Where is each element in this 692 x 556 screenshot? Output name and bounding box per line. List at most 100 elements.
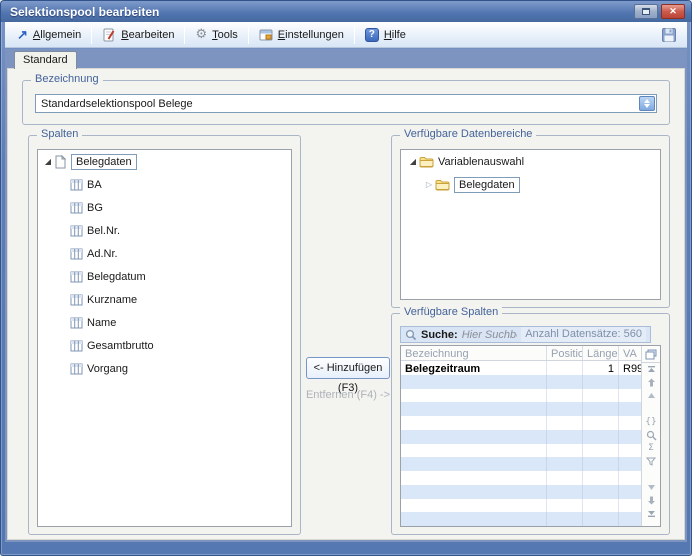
column-header-va[interactable]: VA xyxy=(619,346,641,360)
tree-node-label: BG xyxy=(87,202,103,214)
combobox-dropdown-icon[interactable] xyxy=(639,96,655,111)
groupbox-bezeichnung-label: Bezeichnung xyxy=(31,73,103,85)
toolbar: ↗ Allgemein Bearbeiten ⚙ Tools Ein xyxy=(5,22,687,48)
grid-header: Bezeichnung Position Länge VA xyxy=(401,346,641,361)
tree-node-belegdaten[interactable]: ▷ Belegdaten xyxy=(401,173,660,196)
tree-node-label: Gesamtbrutto xyxy=(87,340,154,352)
groupbox-spalten: Spalten ◢ Belegdaten BA xyxy=(28,135,301,535)
empty-row xyxy=(401,444,641,458)
toolbar-item-einstellungen[interactable]: Einstellungen xyxy=(251,25,352,45)
cell-laenge: 1 xyxy=(583,361,619,375)
tree-node-label: Belegdaten xyxy=(71,154,137,170)
empty-row xyxy=(401,402,641,416)
grid-search-icon[interactable] xyxy=(644,429,658,442)
tree-node-column[interactable]: Ad.Nr. xyxy=(38,242,291,265)
titlebar[interactable]: Selektionspool bearbeiten ✕ xyxy=(1,1,691,22)
tree-node-column[interactable]: BA xyxy=(38,173,291,196)
tree-node-label: Variablenauswahl xyxy=(438,156,524,168)
column-header-bezeichnung[interactable]: Bezeichnung xyxy=(401,346,547,360)
record-count: Anzahl Datensätze: 560 xyxy=(521,327,646,342)
close-icon: ✕ xyxy=(669,7,677,16)
table-column-icon xyxy=(70,317,83,329)
folder-icon xyxy=(419,156,434,168)
groupbox-bezeichnung: Bezeichnung Standardselektionspool Beleg… xyxy=(22,80,670,125)
toolbar-label: Hilfe xyxy=(384,29,406,41)
spalten-tree: ◢ Belegdaten BA BG xyxy=(37,149,292,527)
column-chooser-icon xyxy=(645,349,657,360)
column-header-position[interactable]: Position xyxy=(547,346,583,360)
gear-icon: ⚙ xyxy=(195,28,207,41)
tab-standard[interactable]: Standard xyxy=(14,51,77,69)
dialog-backdrop: Standard Bezeichnung Standardselektionsp… xyxy=(5,49,687,542)
filter-icon[interactable] xyxy=(644,455,658,468)
search-input[interactable]: Hier Suchbegriff einge xyxy=(462,329,518,341)
tab-label: Standard xyxy=(23,54,68,66)
move-down-icon[interactable] xyxy=(644,494,658,507)
tree-node-label: Kurzname xyxy=(87,294,137,306)
toolbar-item-bearbeiten[interactable]: Bearbeiten xyxy=(94,25,182,45)
empty-row xyxy=(401,485,641,499)
column-header-laenge[interactable]: Länge xyxy=(583,346,619,360)
toolbar-label: Allgemein xyxy=(33,29,81,41)
scroll-to-top-icon[interactable] xyxy=(644,363,658,376)
expanded-icon[interactable]: ◢ xyxy=(42,157,54,166)
search-bar[interactable]: Suche: Hier Suchbegriff einge Anzahl Dat… xyxy=(400,326,651,343)
empty-row xyxy=(401,512,641,526)
grid-table: Bezeichnung Position Länge VA Belegzeitr… xyxy=(401,346,642,526)
tree-node-column[interactable]: Belegdatum xyxy=(38,265,291,288)
table-column-icon xyxy=(70,179,83,191)
move-up-icon[interactable] xyxy=(644,376,658,389)
expanded-icon[interactable]: ◢ xyxy=(407,157,419,166)
edit-notebook-icon xyxy=(102,28,116,42)
empty-row xyxy=(401,471,641,485)
settings-window-icon xyxy=(259,28,273,42)
close-button[interactable]: ✕ xyxy=(661,4,685,19)
remove-button[interactable]: Entfernen (F4) -> xyxy=(302,385,394,405)
datenbereiche-tree: ◢ Variablenauswahl ▷ Belegdate xyxy=(400,149,661,300)
table-column-icon xyxy=(70,340,83,352)
tree-node-column[interactable]: Vorgang xyxy=(38,357,291,380)
groupbox-verfuegbare-spalten: Verfügbare Spalten Suche: Hier Suchbegri… xyxy=(391,313,670,535)
save-floppy-icon xyxy=(661,27,677,43)
column-chooser-button[interactable] xyxy=(642,346,660,363)
toolbar-separator xyxy=(354,26,355,44)
tree-node-label: BA xyxy=(87,179,102,191)
cell-position xyxy=(547,361,583,375)
toolbar-item-tools[interactable]: ⚙ Tools xyxy=(187,25,245,44)
bezeichnung-combobox[interactable]: Standardselektionspool Belege xyxy=(35,94,657,113)
app-window: Selektionspool bearbeiten ✕ ↗ Allgemein … xyxy=(0,0,692,556)
toolbar-separator xyxy=(248,26,249,44)
page-up-icon[interactable] xyxy=(644,389,658,402)
tree-node-column[interactable]: Gesamtbrutto xyxy=(38,334,291,357)
tree-node-variablenauswahl[interactable]: ◢ Variablenauswahl xyxy=(401,150,660,173)
tree-node-label: Belegdaten xyxy=(454,177,520,193)
save-button[interactable] xyxy=(655,25,683,45)
scroll-to-bottom-icon[interactable] xyxy=(644,507,658,520)
cell-bezeichnung: Belegzeitraum xyxy=(401,361,547,375)
groupbox-datenbereiche: Verfügbare Datenbereiche ◢ Variablenausw… xyxy=(391,135,670,308)
tree-node-column[interactable]: Name xyxy=(38,311,291,334)
goto-record-icon[interactable]: {} xyxy=(644,416,658,429)
add-button[interactable]: <- Hinzufügen (F3) xyxy=(306,357,390,379)
empty-row xyxy=(401,389,641,403)
collapsed-icon[interactable]: ▷ xyxy=(423,180,435,189)
toolbar-item-allgemein[interactable]: ↗ Allgemein xyxy=(9,25,89,44)
tree-node-column[interactable]: Bel.Nr. xyxy=(38,219,291,242)
empty-row xyxy=(401,416,641,430)
table-row[interactable]: Belegzeitraum 1 R99 xyxy=(401,361,641,375)
tab-page: Bezeichnung Standardselektionspool Beleg… xyxy=(7,68,685,540)
table-column-icon xyxy=(70,271,83,283)
page-down-icon[interactable] xyxy=(644,481,658,494)
tree-node-column[interactable]: Kurzname xyxy=(38,288,291,311)
tree-node-column[interactable]: BG xyxy=(38,196,291,219)
empty-row xyxy=(401,499,641,513)
sum-icon[interactable]: Σ xyxy=(644,442,658,455)
toolbar-label: Bearbeiten xyxy=(121,29,174,41)
restore-button[interactable] xyxy=(634,4,658,19)
tree-node-root[interactable]: ◢ Belegdaten xyxy=(38,150,291,173)
help-icon: ? xyxy=(365,28,379,42)
toolbar-separator xyxy=(91,26,92,44)
toolbar-item-hilfe[interactable]: ? Hilfe xyxy=(357,25,414,45)
table-column-icon xyxy=(70,225,83,237)
arrow-upright-icon: ↗ xyxy=(17,28,28,41)
